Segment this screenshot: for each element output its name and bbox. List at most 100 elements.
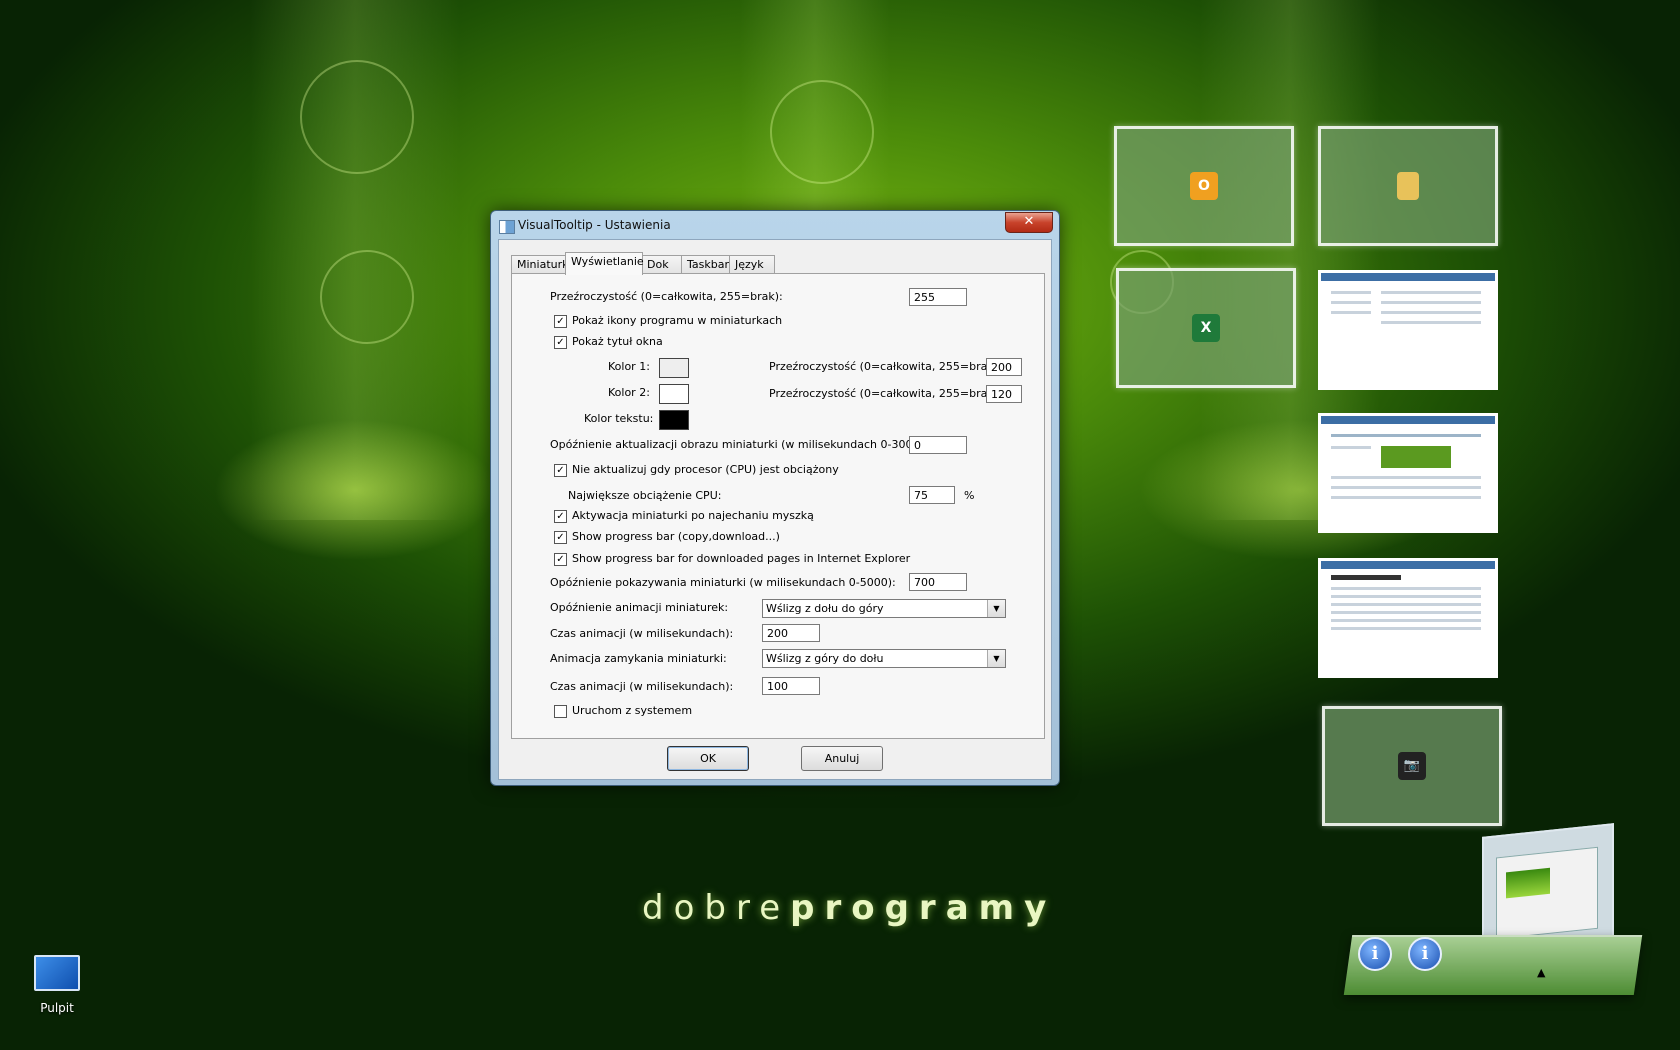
progress-copy-label: Show progress bar (copy,download...) <box>572 530 780 543</box>
window-titlebar <box>1321 416 1495 424</box>
window-content-line <box>1381 301 1481 304</box>
anim-close-select[interactable]: Wślizg z góry do dołu ▼ <box>762 649 1006 668</box>
cpu-skip-checkbox[interactable]: ✓ <box>554 464 567 477</box>
color2-label: Kolor 2: <box>608 386 650 399</box>
color2-opacity-input[interactable]: 120 <box>986 385 1022 403</box>
progress-copy-checkbox[interactable]: ✓ <box>554 531 567 544</box>
window-content-line <box>1381 291 1481 294</box>
window-content-line <box>1331 587 1481 590</box>
text-color-swatch[interactable] <box>659 410 689 430</box>
window-content-line <box>1331 446 1371 449</box>
background-swirl <box>300 60 414 174</box>
window-content-line <box>1331 434 1481 437</box>
window-titlebar <box>1321 561 1495 569</box>
anim-open-value: Wślizg z dołu do góry <box>766 602 884 615</box>
window-content-line <box>1331 301 1371 304</box>
refresh-delay-label: Opóźnienie aktualizacji obrazu miniaturk… <box>550 438 935 451</box>
thumbnail-browser-window[interactable] <box>1318 413 1498 533</box>
preview-window-image <box>1506 867 1550 899</box>
window-content-line <box>1381 446 1451 468</box>
brand-part-2: programy <box>790 888 1057 928</box>
hover-activate-label: Aktywacja miniaturki po najechaniu myszk… <box>572 509 814 522</box>
color1-opacity-label: Przeźroczystość (0=całkowita, 255=brak): <box>769 360 1002 373</box>
show-delay-label: Opóźnienie pokazywania miniaturki (w mil… <box>550 576 896 589</box>
text-color-label: Kolor tekstu: <box>584 412 654 425</box>
app-icon <box>499 220 515 234</box>
window-titlebar <box>1321 273 1495 281</box>
hover-activate-checkbox[interactable]: ✓ <box>554 510 567 523</box>
desktop-icon-pulpit[interactable]: Pulpit <box>22 955 92 1015</box>
window-content-line <box>1331 486 1481 489</box>
excel-icon: X <box>1192 314 1220 342</box>
window-content-line <box>1331 575 1401 580</box>
dialog-client-area: Miniaturki Wyświetlanie Dok Taskbar Języ… <box>498 239 1052 780</box>
ok-button[interactable]: OK <box>667 746 749 771</box>
window-content-line <box>1331 627 1481 630</box>
color1-opacity-input[interactable]: 200 <box>986 358 1022 376</box>
folder-icon <box>1397 172 1419 200</box>
show-icons-checkbox[interactable]: ✓ <box>554 315 567 328</box>
anim-time2-input[interactable]: 100 <box>762 677 820 695</box>
anim-time1-label: Czas animacji (w milisekundach): <box>550 627 734 640</box>
chevron-down-icon: ▼ <box>987 650 1005 667</box>
progress-ie-checkbox[interactable]: ✓ <box>554 553 567 566</box>
dialog-titlebar[interactable]: VisualTooltip - Ustawienia ✕ <box>491 211 1059 237</box>
window-content-line <box>1331 619 1481 622</box>
window-content-line <box>1381 321 1481 324</box>
anim-time1-input[interactable]: 200 <box>762 624 820 642</box>
info-icon[interactable]: i <box>1358 937 1392 971</box>
window-content-line <box>1331 603 1481 606</box>
close-button[interactable]: ✕ <box>1005 212 1053 233</box>
tab-dok[interactable]: Dok <box>641 255 683 274</box>
background-swirl <box>320 250 414 344</box>
cpu-skip-label: Nie aktualizuj gdy procesor (CPU) jest o… <box>572 463 839 476</box>
window-content-line <box>1331 311 1371 314</box>
tab-taskbar[interactable]: Taskbar <box>681 255 733 274</box>
anim-close-value: Wślizg z góry do dołu <box>766 652 884 665</box>
autostart-checkbox[interactable] <box>554 705 567 718</box>
window-content-line <box>1331 476 1481 479</box>
max-cpu-input[interactable]: 75 <box>909 486 955 504</box>
opacity-label: Przeźroczystość (0=całkowita, 255=brak): <box>550 290 783 303</box>
tab-wyswietlanie[interactable]: Wyświetlanie <box>565 252 644 275</box>
dialog-title: VisualTooltip - Ustawienia <box>518 218 671 232</box>
tab-jezyk[interactable]: Język <box>729 255 775 274</box>
background-swirl <box>770 80 874 184</box>
anim-close-label: Animacja zamykania miniaturki: <box>550 652 727 665</box>
monitor-icon <box>34 955 80 991</box>
window-content-line <box>1331 611 1481 614</box>
color2-swatch[interactable] <box>659 384 689 404</box>
anim-delay-label: Opóźnienie animacji miniaturek: <box>550 601 729 614</box>
outlook-icon: O <box>1190 172 1218 200</box>
camera-icon: 📷 <box>1398 752 1426 780</box>
show-title-checkbox[interactable]: ✓ <box>554 336 567 349</box>
color2-opacity-label: Przeźroczystość (0=całkowita, 255=brak): <box>769 387 1002 400</box>
color1-swatch[interactable] <box>659 358 689 378</box>
max-cpu-unit: % <box>964 489 975 502</box>
thumbnail-explorer-window[interactable] <box>1318 270 1498 390</box>
brand-part-1: dobre <box>642 888 791 928</box>
thumbnail-chat-window[interactable] <box>1318 558 1498 678</box>
show-title-label: Pokaż tytuł okna <box>572 335 663 348</box>
info-icon[interactable]: i <box>1408 937 1442 971</box>
thumbnail-camera[interactable]: 📷 <box>1322 706 1502 826</box>
thumbnail-excel[interactable]: X <box>1116 268 1296 388</box>
tab-miniaturki[interactable]: Miniaturki <box>511 255 573 274</box>
anim-open-select[interactable]: Wślizg z dołu do góry ▼ <box>762 599 1006 618</box>
progress-ie-label: Show progress bar for downloaded pages i… <box>572 552 911 565</box>
window-content-line <box>1331 595 1481 598</box>
tab-panel-wyswietlanie: Przeźroczystość (0=całkowita, 255=brak):… <box>511 273 1045 739</box>
thumbnail-outlook[interactable]: O <box>1114 126 1294 246</box>
opacity-input[interactable]: 255 <box>909 288 967 306</box>
dock-expand-icon[interactable]: ▲ <box>1537 966 1545 979</box>
thumbnail-folder[interactable] <box>1318 126 1498 246</box>
show-icons-label: Pokaż ikony programu w miniaturkach <box>572 314 783 327</box>
cancel-button[interactable]: Anuluj <box>801 746 883 771</box>
wallpaper-brand: dobreprogramy <box>642 888 1056 928</box>
refresh-delay-input[interactable]: 0 <box>909 436 967 454</box>
chevron-down-icon: ▼ <box>987 600 1005 617</box>
settings-dialog: VisualTooltip - Ustawienia ✕ Miniaturki … <box>490 210 1060 786</box>
show-delay-input[interactable]: 700 <box>909 573 967 591</box>
window-content-line <box>1331 291 1371 294</box>
anim-time2-label: Czas animacji (w milisekundach): <box>550 680 734 693</box>
